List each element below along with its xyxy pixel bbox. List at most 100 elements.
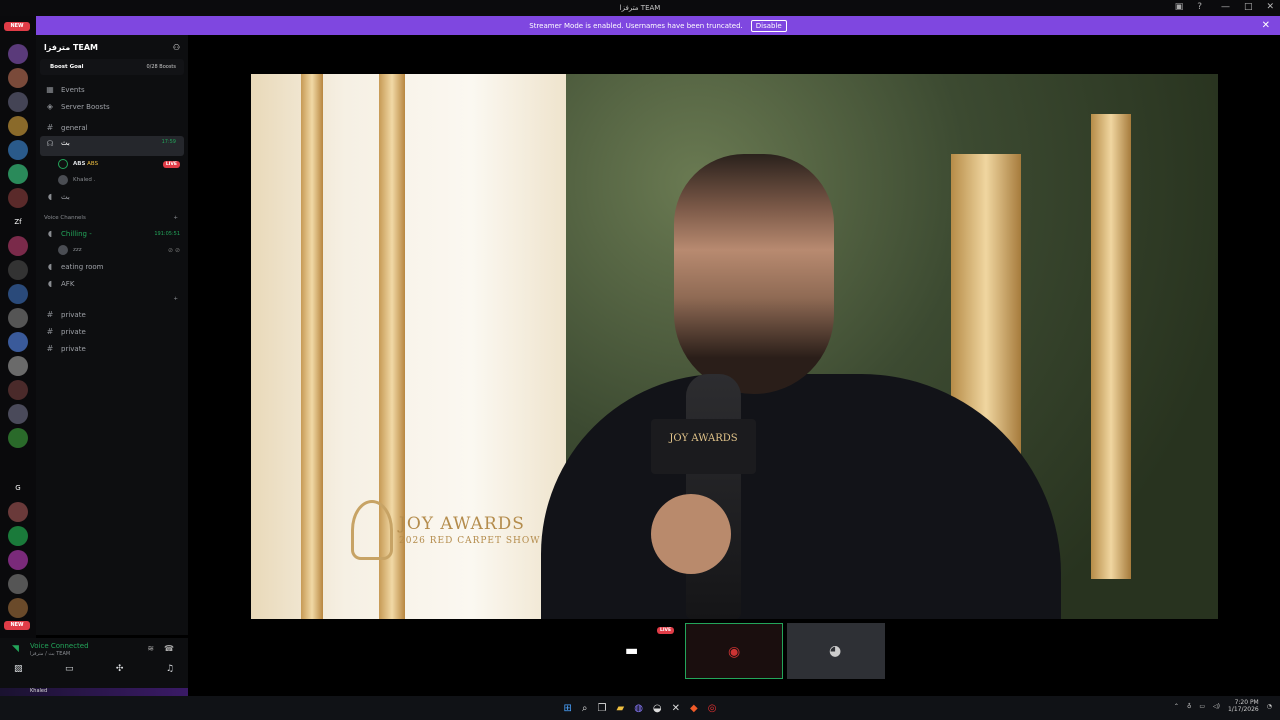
user-avatar-icon: ◕ [829,643,842,659]
stage-icon: ☊ [46,139,54,148]
maximize-button[interactable]: □ [1244,2,1253,12]
chevron-up-icon[interactable]: ⌃ [1174,703,1179,710]
add-member-icon[interactable]: ⚇ [173,43,180,52]
server-icon[interactable] [8,236,28,256]
server-icon[interactable] [8,598,28,618]
server-icon[interactable] [8,428,28,448]
steam-icon[interactable]: ◒ [653,703,662,714]
brave-icon[interactable]: ◆ [690,703,698,714]
discord-icon[interactable]: ◍ [634,703,643,714]
server-boosts-item[interactable]: ◈ Server Boosts [36,98,188,115]
voice-user-abs[interactable]: ABS ABS LIVE [36,156,188,172]
new-badge: NEW [4,22,30,31]
screen-share-tile[interactable]: LIVE ▬ [583,623,681,679]
server-icon[interactable] [8,526,28,546]
speaker-icon: ◖ [47,262,53,271]
server-icon-zf[interactable]: Zf [8,212,28,232]
streamer-mode-banner: Streamer Mode is enabled. Usernames have… [36,16,1280,35]
server-icon[interactable] [8,68,28,88]
username: Khaled [30,688,48,694]
channel-label: AFK [61,279,75,288]
server-icon[interactable] [8,188,28,208]
help-icon[interactable]: ? [1197,2,1202,12]
app-icon[interactable]: ◎ [708,703,717,714]
server-icon[interactable] [8,284,28,304]
user-bar[interactable]: Khaled [0,688,188,696]
server-icon[interactable] [8,380,28,400]
voice-connected-label[interactable]: Voice Connected [30,642,89,650]
events-item[interactable]: ▦ Events [36,81,188,98]
voice-user[interactable]: zzz ⊘ ⊘ [36,242,188,258]
channel-general[interactable]: # general [36,119,188,136]
person-head [674,154,834,394]
stream-video[interactable]: JOY AWARDS JOY AWARDS 2026 RED CARPET SH… [251,74,1218,619]
channel-eating-room[interactable]: ◖ eating room [36,258,188,275]
server-header[interactable]: مترفزا TEAM ⚇ [36,35,188,59]
search-icon[interactable]: ⌕ [582,703,588,714]
server-icon[interactable] [8,140,28,160]
speaker-icon: ◖ [47,279,53,288]
task-view-icon[interactable]: ❐ [598,703,607,714]
boost-goal[interactable]: Boost Goal 0/28 Boosts [40,59,184,75]
server-icon[interactable] [8,574,28,594]
soundboard-icon[interactable]: ♫ [166,664,174,674]
mic-icon[interactable]: ♁ [1187,703,1191,710]
server-icon[interactable] [8,356,28,376]
voice-server-label: بث / مترفزا TEAM [30,651,71,657]
disconnect-icon[interactable]: ☎ [164,644,174,653]
gold-pillar [1091,114,1131,579]
muted-icon: ⊘ ⊘ [168,246,180,254]
avatar [58,159,68,169]
add-channel-icon[interactable]: + [173,215,178,221]
server-icon[interactable] [8,404,28,424]
gold-stripe [301,74,323,619]
active-voice-channel[interactable]: ☊ بث 17:59 [40,136,184,156]
voice-channel[interactable]: ◖ بث [36,188,188,205]
boost-count: 0/28 Boosts [146,64,176,70]
noise-suppression-icon[interactable]: ≋ [147,644,154,653]
add-channel-icon[interactable]: + [173,296,178,302]
participant-tile[interactable]: ◕ [787,623,885,679]
channel-chilling[interactable]: ◖ Chilling - 191:05:51 [36,225,188,242]
clock[interactable]: 7:20 PM 1/17/2026 [1228,699,1259,713]
voice-connection-panel: ◥ Voice Connected بث / مترفزا TEAM ≋ ☎ ▨… [0,638,188,692]
server-icon[interactable] [8,502,28,522]
server-icon[interactable] [8,332,28,352]
disable-streamer-mode-button[interactable]: Disable [750,19,787,32]
channel-timer: 191:05:51 [154,230,180,237]
category-label: Voice Channels [44,215,86,221]
server-icon[interactable] [8,308,28,328]
server-icon[interactable] [8,92,28,112]
voice-user-khaled[interactable]: Khaled . [36,172,188,188]
joy-awards-logo: JOY AWARDS 2026 RED CARPET SHOW [351,500,540,560]
server-icon[interactable] [8,260,28,280]
live-stream-tile[interactable]: ◉ [685,623,783,679]
file-explorer-icon[interactable]: ▰ [616,703,624,714]
channel-private[interactable]: # private [36,340,188,357]
channel-private[interactable]: # private [36,323,188,340]
screen-share-icon[interactable]: ▭ [65,664,74,674]
minimize-button[interactable]: — [1221,2,1230,12]
inbox-icon[interactable]: ▣ [1175,2,1184,12]
server-icon-g[interactable]: G [8,478,28,498]
notification-bell-icon[interactable]: ◔ [1267,703,1272,710]
activities-icon[interactable]: ✣ [116,664,124,674]
channel-sidebar: مترفزا TEAM ⚇ Boost Goal 0/28 Boosts ▦ Ev… [36,35,188,635]
close-banner-button[interactable]: ✕ [1262,20,1270,31]
start-icon[interactable]: ⊞ [564,703,572,714]
private-category[interactable]: + [36,292,188,306]
channel-private[interactable]: # private [36,306,188,323]
app-icon[interactable]: ✕ [672,703,680,714]
locked-hash-icon: # [46,344,54,353]
close-window-button[interactable]: ✕ [1266,2,1274,12]
voice-channels-category[interactable]: Voice Channels + [36,211,188,225]
camera-off-icon[interactable]: ▨ [14,664,23,674]
volume-icon[interactable]: ◁) [1213,703,1220,710]
server-icon[interactable] [8,550,28,570]
network-icon[interactable]: ▭ [1199,703,1205,710]
server-icon[interactable] [8,164,28,184]
server-icon[interactable] [8,44,28,64]
server-icon[interactable] [8,116,28,136]
channel-afk[interactable]: ◖ AFK [36,275,188,292]
user-tag: ABS [87,161,99,167]
